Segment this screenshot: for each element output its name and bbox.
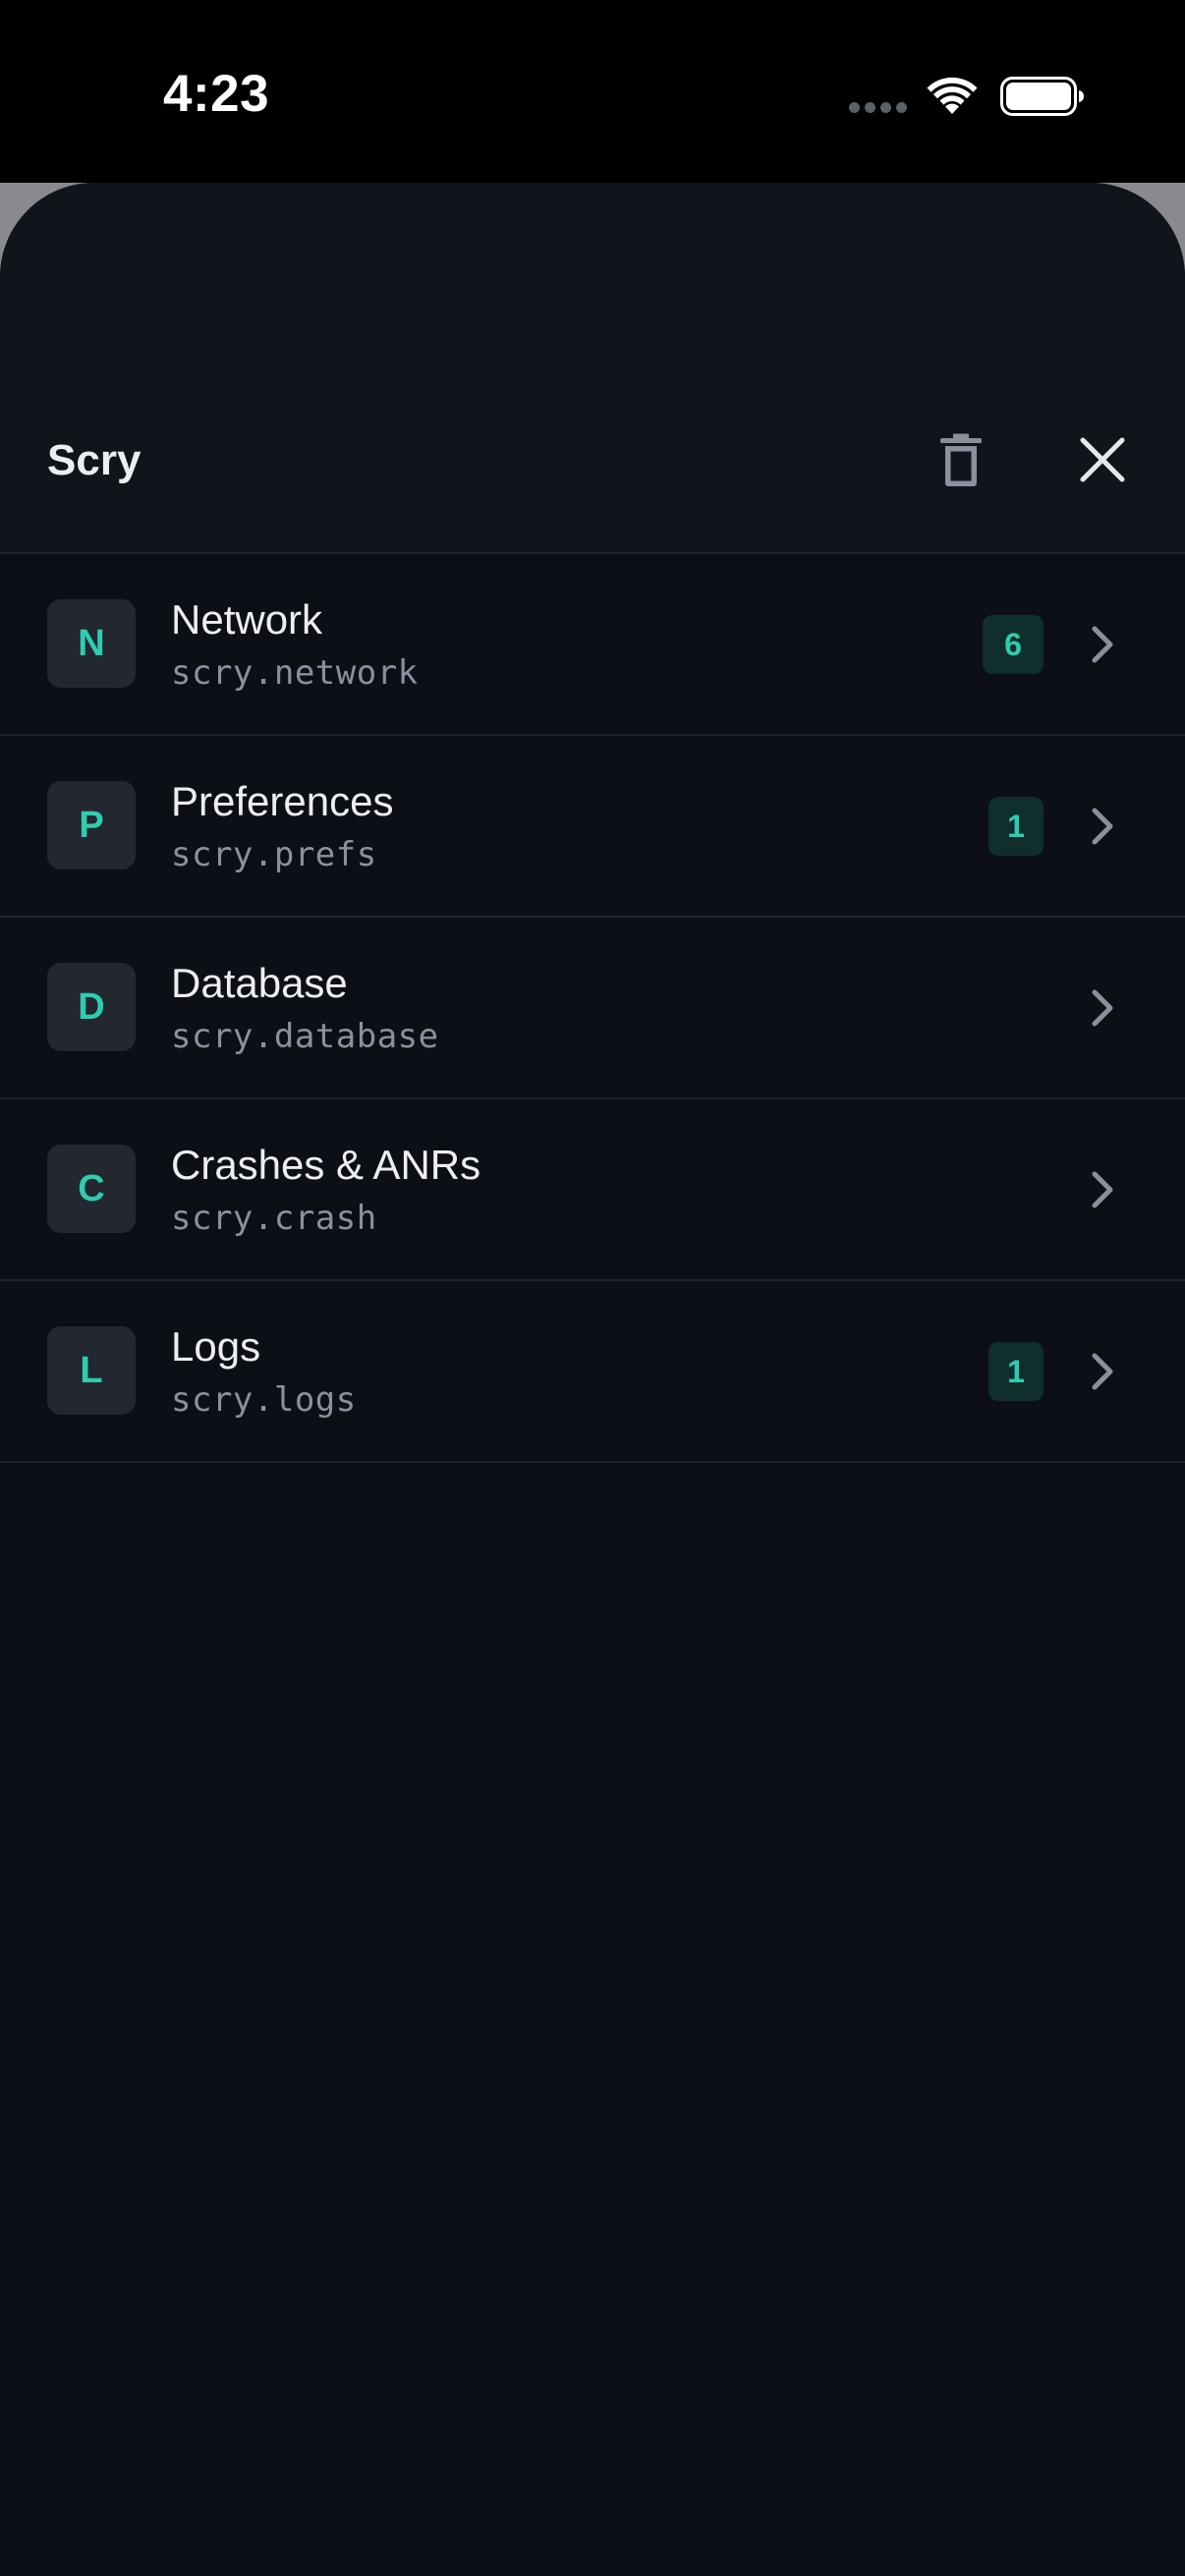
plugin-title: Logs <box>171 1323 261 1370</box>
status-time: 4:23 <box>163 65 270 123</box>
plugin-id: scry.crash <box>171 1199 377 1238</box>
plugin-avatar: D <box>47 963 136 1051</box>
plugin-list: N Network scry.network 6 P Preferences s… <box>0 554 1185 1463</box>
count-badge: 1 <box>988 797 1044 856</box>
plugin-item-database[interactable]: D Database scry.database <box>0 918 1185 1099</box>
plugin-avatar: L <box>47 1326 136 1415</box>
trash-icon <box>940 433 982 486</box>
chevron-right-icon <box>1092 1171 1113 1208</box>
plugin-title: Network <box>171 596 323 643</box>
sheet-title: Scry <box>47 436 141 484</box>
plugin-item-crashes[interactable]: C Crashes & ANRs scry.crash <box>0 1099 1185 1281</box>
wifi-icon <box>927 77 978 114</box>
battery-icon <box>1000 77 1084 116</box>
plugin-id: scry.network <box>171 653 419 693</box>
plugin-id: scry.prefs <box>171 835 377 874</box>
plugin-avatar: C <box>47 1145 136 1233</box>
plugin-title: Database <box>171 960 348 1006</box>
cellular-signal-icon <box>849 102 908 114</box>
plugin-avatar: P <box>47 781 136 869</box>
plugin-item-network[interactable]: N Network scry.network 6 <box>0 554 1185 736</box>
close-icon <box>1080 437 1125 482</box>
plugin-title: Preferences <box>171 778 394 824</box>
plugin-item-logs[interactable]: L Logs scry.logs 1 <box>0 1281 1185 1463</box>
plugin-avatar: N <box>47 599 136 688</box>
status-bar: 4:23 <box>0 0 1185 183</box>
plugins-sheet: Scry N Network scry.network 6 P Preferen… <box>0 183 1185 2576</box>
clear-all-button[interactable] <box>922 420 1000 499</box>
plugin-id: scry.logs <box>171 1380 357 1420</box>
sheet-header: Scry <box>0 183 1185 554</box>
chevron-right-icon <box>1092 626 1113 663</box>
plugin-id: scry.database <box>171 1017 439 1056</box>
close-button[interactable] <box>1063 420 1142 499</box>
count-badge: 1 <box>988 1342 1044 1401</box>
chevron-right-icon <box>1092 989 1113 1027</box>
plugin-item-preferences[interactable]: P Preferences scry.prefs 1 <box>0 736 1185 918</box>
plugin-title: Crashes & ANRs <box>171 1142 481 1188</box>
chevron-right-icon <box>1092 1353 1113 1390</box>
count-badge: 6 <box>983 615 1044 674</box>
chevron-right-icon <box>1092 808 1113 845</box>
